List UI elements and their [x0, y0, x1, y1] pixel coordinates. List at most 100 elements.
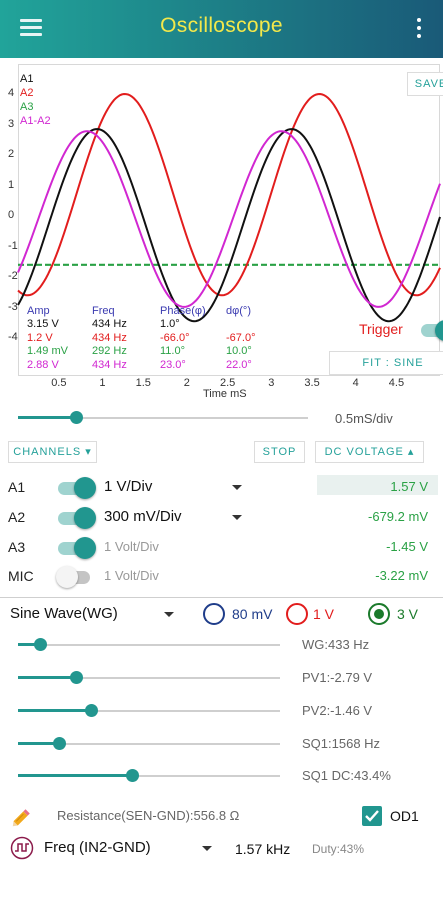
channel-label-mic: MIC — [8, 568, 34, 584]
channel-label-a3: A3 — [8, 539, 26, 555]
channel-range-a2[interactable]: 300 mV/Div — [104, 508, 182, 525]
legend-item: A1 — [20, 73, 34, 85]
chevron-down-icon[interactable] — [232, 485, 242, 490]
y-tick-label: -2 — [8, 270, 18, 282]
amplitude-radio[interactable] — [203, 603, 225, 625]
resistance-readout: Resistance(SEN-GND):556.8 Ω — [57, 808, 240, 823]
chevron-down-icon[interactable] — [164, 612, 174, 617]
a1-a2-waveform — [17, 130, 441, 308]
timebase-slider[interactable] — [18, 408, 308, 428]
slider-fill — [18, 709, 92, 712]
param-header-dphi: dφ(°) — [226, 305, 251, 317]
frequency-source-select[interactable]: Freq (IN2-GND) — [44, 839, 151, 856]
toggle-knob — [56, 566, 78, 588]
toggle-knob — [74, 477, 96, 499]
stop-button[interactable]: STOP — [254, 441, 305, 463]
trigger-label: Trigger — [359, 321, 403, 337]
x-tick-label: 1.5 — [135, 377, 151, 389]
app-bar: Oscilloscope — [0, 0, 443, 58]
trigger-toggle-knob — [435, 320, 443, 341]
channel-toggle-a2[interactable] — [56, 507, 96, 529]
chevron-down-icon[interactable] — [232, 515, 242, 520]
toggle-knob — [74, 507, 96, 529]
oscilloscope-app: Oscilloscope SAVE Trigger FIT : SINE 4 3 2… — [0, 0, 443, 900]
y-tick-label: -3 — [8, 300, 18, 313]
wavegen-slider-label: PV2:-1.46 V — [302, 703, 373, 718]
param-phase-cell: 23.0° — [160, 358, 186, 371]
amplitude-radio[interactable] — [368, 603, 390, 625]
x-tick-label: 4.5 — [388, 377, 405, 389]
x-tick-label: 2 — [183, 377, 190, 389]
slider-thumb[interactable] — [52, 737, 66, 750]
square-wave-icon — [10, 836, 34, 860]
param-freq-cell: 292 Hz — [92, 345, 127, 357]
amplitude-radio[interactable] — [286, 603, 308, 625]
wavegen-slider[interactable] — [18, 635, 280, 655]
x-axis-label: Time mS — [203, 388, 247, 400]
param-dphi-cell: 22.0° — [226, 358, 252, 371]
param-dphi-cell: 10.0° — [226, 345, 252, 357]
wavegen-slider-label: WG:433 Hz — [302, 637, 370, 652]
param-freq-cell: 434 Hz — [92, 318, 127, 330]
plot-area[interactable]: SAVE Trigger FIT : SINE — [17, 64, 443, 376]
wavegen-slider[interactable] — [18, 734, 280, 754]
wavegen-slider-label: SQ1 DC:43.4% — [302, 768, 391, 783]
duty-cycle-value: Duty:43% — [312, 842, 365, 856]
param-amp-cell: 3.15 V — [27, 318, 59, 330]
param-header-phase: Phase(φ) — [160, 305, 206, 317]
od1-checkbox[interactable] — [362, 806, 382, 826]
channels-button[interactable]: CHANNELS ▾ — [8, 441, 97, 463]
chevron-down-icon[interactable] — [202, 846, 212, 851]
frequency-value: 1.57 kHz — [235, 841, 291, 857]
slider-fill — [18, 774, 132, 777]
param-phase-cell: -66.0° — [160, 331, 190, 344]
channel-toggle-mic[interactable] — [56, 566, 96, 588]
slider-fill — [18, 676, 76, 679]
param-header-amp: Amp — [27, 305, 50, 317]
save-button[interactable]: SAVE — [407, 72, 443, 96]
scope-display: SAVE Trigger FIT : SINE 4 3 2 1 0 -1 -2 -3 -4 0.… — [0, 62, 443, 402]
channel-toggle-a1[interactable] — [56, 477, 96, 499]
channel-label-a2: A2 — [8, 509, 26, 525]
channel-toggle-a3[interactable] — [56, 537, 96, 559]
param-header-freq: Freq — [92, 305, 115, 317]
param-freq-cell: 434 Hz — [92, 331, 127, 344]
slider-thumb[interactable] — [34, 638, 48, 651]
wavegen-slider-label: PV1:-2.79 V — [302, 670, 373, 685]
check-icon — [365, 810, 379, 822]
x-tick-label: 3.5 — [304, 377, 320, 389]
channel-voltage-a1: 1.57 V — [390, 479, 428, 494]
x-tick-label: 0.5 — [51, 377, 67, 389]
amplitude-label: 3 V — [397, 606, 419, 622]
legend-item: A1-A2 — [20, 115, 51, 127]
slider-thumb[interactable] — [69, 671, 83, 684]
x-tick-label: 3 — [268, 377, 275, 389]
toggle-knob — [74, 537, 96, 559]
channel-label-a1: A1 — [8, 479, 26, 495]
fit-sine-button[interactable]: FIT : SINE — [329, 351, 443, 375]
wavegen-slider[interactable] — [18, 668, 280, 688]
od1-label: OD1 — [390, 808, 419, 824]
channel-voltage-mic: -3.22 mV — [375, 568, 428, 583]
param-amp-cell: 2.88 V — [27, 358, 59, 371]
dc-voltage-button[interactable]: DC VOLTAGE ▴ — [315, 441, 424, 463]
wavegen-slider[interactable] — [18, 701, 280, 721]
wavegen-slider[interactable] — [18, 766, 280, 786]
y-tick-label: 4 — [8, 87, 15, 99]
legend-item: A3 — [20, 101, 34, 113]
slider-thumb[interactable] — [85, 704, 99, 717]
section-divider — [0, 597, 443, 598]
more-options-icon[interactable] — [415, 17, 423, 39]
x-tick-label: 1 — [99, 377, 106, 389]
channel-voltage-a2: -679.2 mV — [368, 509, 428, 524]
param-phase-cell: 11.0° — [160, 345, 185, 357]
slider-thumb[interactable] — [125, 769, 139, 782]
waveform-select[interactable]: Sine Wave(WG) — [10, 605, 118, 622]
timebase-thumb[interactable] — [70, 411, 83, 424]
pencil-icon — [12, 809, 30, 827]
channel-range-a1[interactable]: 1 V/Div — [104, 478, 152, 495]
timebase-fill — [18, 416, 76, 419]
param-dphi-cell: -67.0° — [226, 331, 256, 344]
amplitude-label: 1 V — [313, 606, 335, 622]
trigger-toggle[interactable] — [417, 319, 443, 341]
